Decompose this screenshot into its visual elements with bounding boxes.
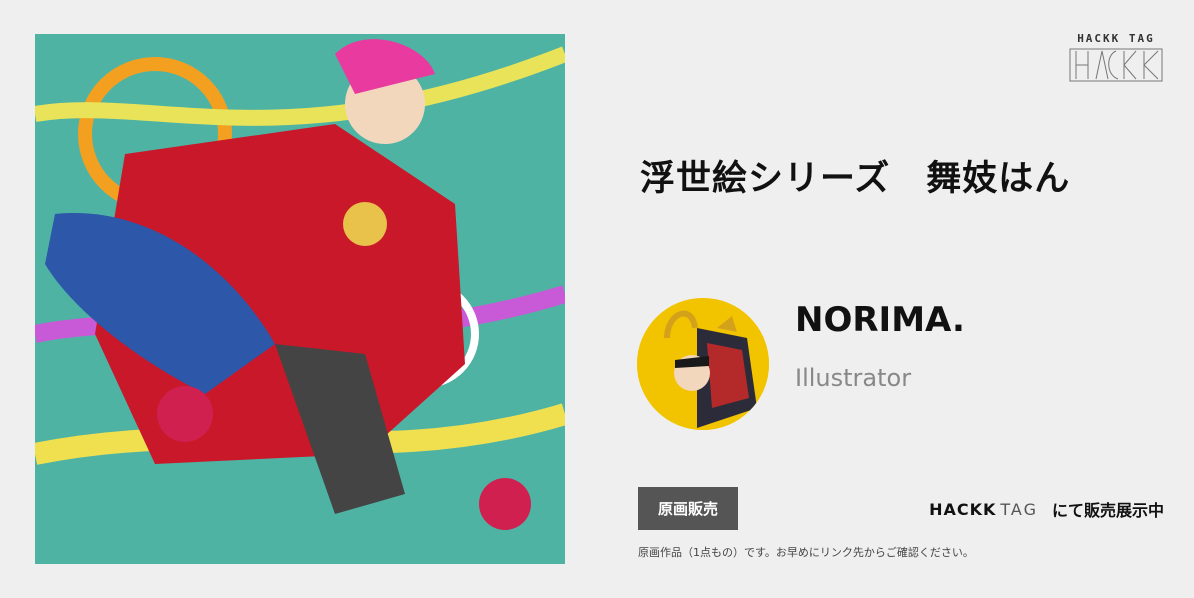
sale-info[interactable]: HACKK TAG にて販売展示中	[929, 497, 1164, 521]
brand-part1: HACKK	[929, 499, 997, 519]
hackk-tag-logo[interactable]: HACKK TAG	[1066, 32, 1166, 92]
artist-name[interactable]: NORIMA.	[795, 300, 965, 340]
artwork-illustration	[35, 34, 565, 564]
logo-text: HACKK TAG	[1077, 32, 1155, 45]
artist-avatar[interactable]	[637, 298, 769, 430]
original-sale-badge: 原画販売	[638, 487, 738, 530]
brand-part2: TAG	[1000, 499, 1038, 519]
note-text: 原画作品（1点もの）です。お早めにリンク先からご確認ください。	[638, 546, 974, 559]
samurai-avatar-icon	[637, 298, 769, 430]
logo-mark-icon	[1069, 48, 1163, 82]
page-title: 浮世絵シリーズ 舞妓はん	[640, 159, 1071, 199]
artwork-image[interactable]	[35, 34, 565, 564]
artist-role: Illustrator	[795, 364, 912, 392]
sale-suffix: にて販売展示中	[1051, 501, 1164, 520]
